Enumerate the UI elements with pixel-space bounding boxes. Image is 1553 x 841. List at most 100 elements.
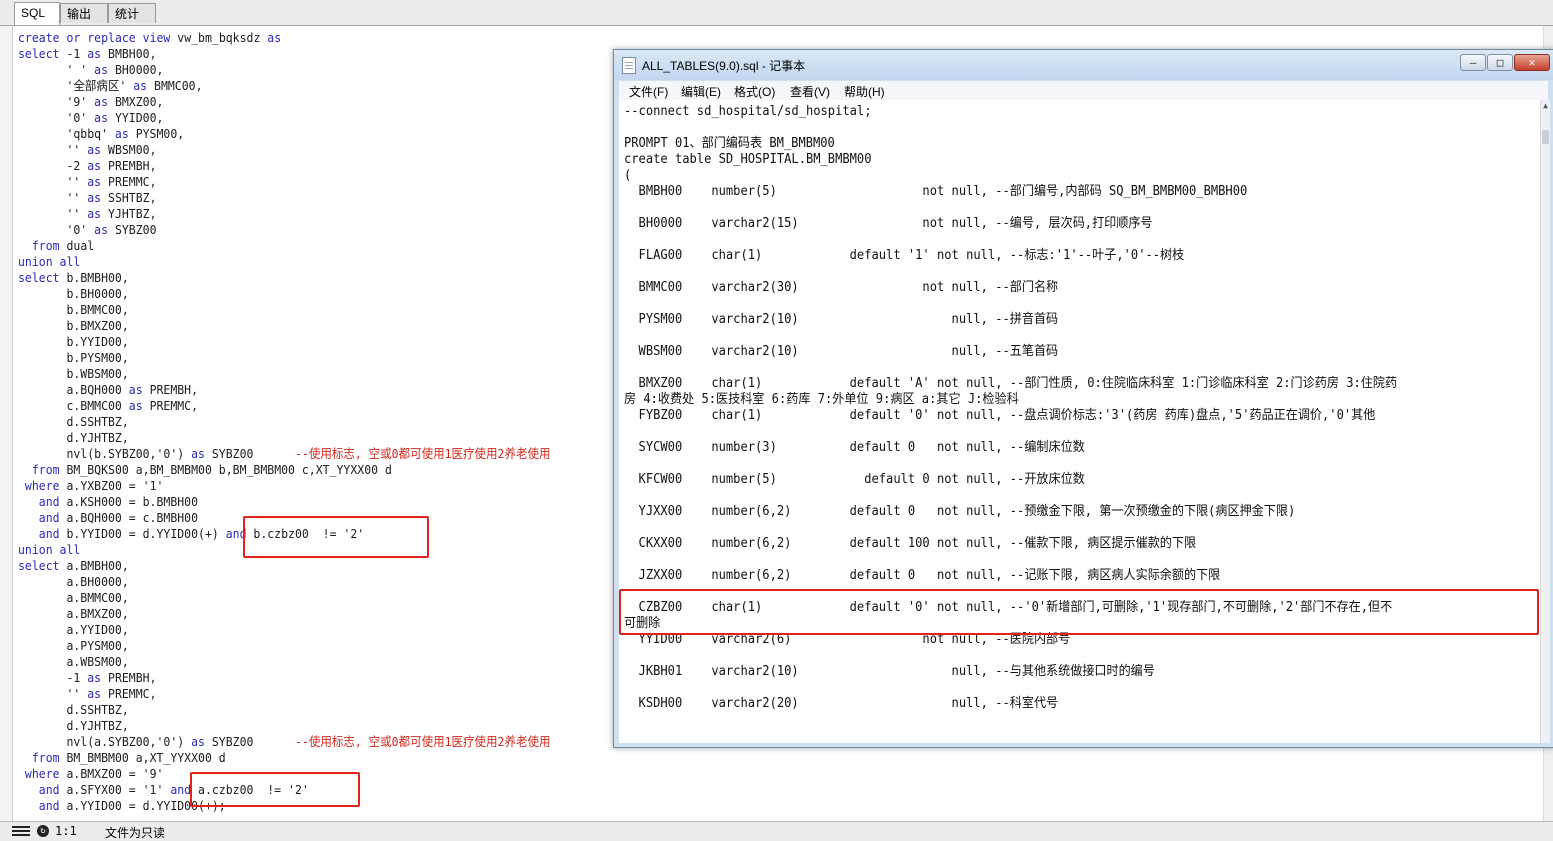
notepad-line: KFCW00 number(5) default 0 not null, --开… (624, 472, 1085, 487)
tab-stats[interactable]: 统计表 (108, 3, 156, 41)
sql-line: c.BMMC00 as PREMMC, (18, 398, 199, 413)
notepad-line: BMBH00 number(5) not null, --部门编号,内部码 SQ… (624, 184, 1248, 199)
notepad-line (624, 296, 1397, 312)
readonly-status: 文件为只读 (105, 826, 166, 840)
sql-line: a.BMXZ00, (18, 606, 129, 621)
tab-sql[interactable]: SQL (14, 2, 60, 25)
sql-line: a.YYID00, (18, 622, 129, 637)
sql-line: b.YYID00, (18, 334, 129, 349)
sql-line: b.BMMC00, (18, 302, 129, 317)
sql-line: '9' as BMXZ00, (18, 94, 164, 109)
sql-line: '' as SSHTBZ, (18, 190, 157, 205)
result-tab-bar: SQL 输出 统计表 (0, 0, 1553, 41)
sql-line: a.BQH000 as PREMBH, (18, 382, 199, 397)
maximize-button[interactable]: □ (1487, 54, 1513, 71)
sql-line: '0' as SYBZ00 (18, 222, 157, 237)
sql-line: where a.YXBZ00 = '1' (24, 478, 164, 493)
menu-help[interactable]: 帮助(H) (844, 83, 885, 100)
notepad-line: ( (624, 168, 632, 183)
menu-view[interactable]: 查看(V) (790, 83, 830, 100)
notepad-text-area[interactable]: --connect sd_hospital/sd_hospital; PROMP… (619, 100, 1540, 743)
notepad-line (624, 264, 1397, 280)
notepad-line (624, 120, 1397, 136)
sql-line: d.YJHTBZ, (18, 718, 129, 733)
sql-line: nvl(a.SYBZ00,'0') as SYBZ00 --使用标志, 空或0都… (18, 734, 551, 749)
scroll-up-icon[interactable]: ▲ (1541, 100, 1550, 112)
sql-line: 'qbbq' as PYSM00, (18, 126, 185, 141)
notepad-line (624, 424, 1397, 440)
menu-file[interactable]: 文件(F) (629, 83, 668, 100)
grid-icon[interactable] (12, 826, 30, 838)
highlight-box-czbz-definition (619, 589, 1539, 635)
notepad-line: FLAG00 char(1) default '1' not null, --标… (624, 248, 1185, 263)
sql-line: select b.BMBH00, (18, 270, 129, 285)
notepad-line: 房 4:收费处 5:医技科室 6:药库 7:外单位 9:病区 a:其它 J:检验… (624, 392, 1019, 407)
notepad-line (624, 232, 1397, 248)
notepad-line (624, 456, 1397, 472)
notepad-scroll-thumb[interactable] (1542, 130, 1549, 144)
notepad-line: BH0000 varchar2(15) not null, --编号, 层次码,… (624, 216, 1153, 231)
notepad-line: JKBH01 varchar2(10) null, --与其他系统做接口时的编号 (624, 664, 1155, 679)
sql-line: select -1 as BMBH00, (18, 46, 157, 61)
notepad-line: BMMC00 varchar2(30) not null, --部门名称 (624, 280, 1059, 295)
sql-line: d.YJHTBZ, (18, 430, 129, 445)
notepad-line (624, 648, 1397, 664)
notepad-line (624, 360, 1397, 376)
sql-line: and a.KSH000 = b.BMBH00 (38, 494, 199, 509)
sql-line: a.WBSM00, (18, 654, 129, 669)
refresh-icon[interactable]: ↻ (37, 825, 49, 837)
sql-line: ' ' as BH0000, (18, 62, 164, 77)
minimize-button[interactable]: — (1460, 54, 1486, 71)
notepad-line: FYBZ00 char(1) default '0' not null, --盘… (624, 408, 1376, 423)
sql-line: '' as YJHTBZ, (18, 206, 157, 221)
notepad-line: WBSM00 varchar2(10) null, --五笔首码 (624, 344, 1059, 359)
sql-line: '' as WBSM00, (18, 142, 157, 157)
notepad-line (624, 488, 1397, 504)
sql-line: select a.BMBH00, (18, 558, 129, 573)
sql-line: b.PYSM00, (18, 350, 129, 365)
notepad-window[interactable]: ALL_TABLES(9.0).sql - 记事本 — □ ✕ 文件(F) 编辑… (613, 49, 1553, 748)
notepad-line (624, 680, 1397, 696)
notepad-line: YJXX00 number(6,2) default 0 not null, -… (624, 504, 1296, 519)
sql-line: from BM_BMBM00 a,XT_YYXX00 d (31, 750, 226, 765)
cursor-position: 1:1 (55, 824, 77, 838)
notepad-line: CKXX00 number(6,2) default 100 not null,… (624, 536, 1197, 551)
notepad-vertical-scrollbar[interactable]: ▲ (1540, 100, 1550, 743)
notepad-line (624, 520, 1397, 536)
sql-code-text[interactable]: create or replace view vw_bm_bqksdz as se… (18, 30, 550, 814)
sql-line: '0' as YYID00, (18, 110, 164, 125)
status-bar: ↻ 1:1 文件为只读 (0, 821, 1553, 841)
notepad-line (624, 328, 1397, 344)
notepad-menu-bar: 文件(F) 编辑(E) 格式(O) 查看(V) 帮助(H) (619, 81, 1548, 101)
sql-line: -2 as PREMBH, (18, 158, 157, 173)
sql-line: b.BH0000, (18, 286, 129, 301)
notepad-title: ALL_TABLES(9.0).sql - 记事本 (642, 59, 806, 73)
notepad-line (624, 552, 1397, 568)
highlight-box-czbz-1 (243, 516, 429, 558)
close-button[interactable]: ✕ (1514, 54, 1550, 71)
notepad-line: PROMPT 01、部门编码表 BM_BMBM00 (624, 136, 835, 151)
sql-line: b.WBSM00, (18, 366, 129, 381)
menu-format[interactable]: 格式(O) (734, 83, 775, 100)
notepad-doc-icon (622, 57, 636, 74)
notepad-line: JZXX00 number(6,2) default 0 not null, -… (624, 568, 1221, 583)
sql-line: '全部病区' as BMMC00, (18, 78, 203, 93)
notepad-line: KSDH00 varchar2(20) null, --科室代号 (624, 696, 1059, 711)
sql-line: -1 as PREMBH, (18, 670, 157, 685)
sql-line: union all (18, 254, 81, 269)
notepad-line: SYCW00 number(3) default 0 not null, --编… (624, 440, 1085, 455)
editor-gutter (0, 26, 13, 821)
notepad-line: PYSM00 varchar2(10) null, --拼音首码 (624, 312, 1059, 327)
sql-line: d.SSHTBZ, (18, 702, 129, 717)
sql-line: '' as PREMMC, (18, 686, 157, 701)
notepad-line: --connect sd_hospital/sd_hospital; (624, 104, 872, 119)
menu-edit[interactable]: 编辑(E) (681, 83, 721, 100)
notepad-line (624, 200, 1397, 216)
notepad-line: create table SD_HOSPITAL.BM_BMBM00 (624, 152, 872, 167)
notepad-line: BMXZ00 char(1) default 'A' not null, --部… (624, 376, 1398, 391)
sql-line: a.BMMC00, (18, 590, 129, 605)
tab-output[interactable]: 输出 (60, 3, 108, 23)
sql-line: from BM_BQKS00 a,BM_BMBM00 b,BM_BMBM00 c… (31, 462, 392, 477)
highlight-box-czbz-2 (190, 772, 360, 807)
notepad-title-bar[interactable]: ALL_TABLES(9.0).sql - 记事本 — □ ✕ (614, 50, 1553, 80)
